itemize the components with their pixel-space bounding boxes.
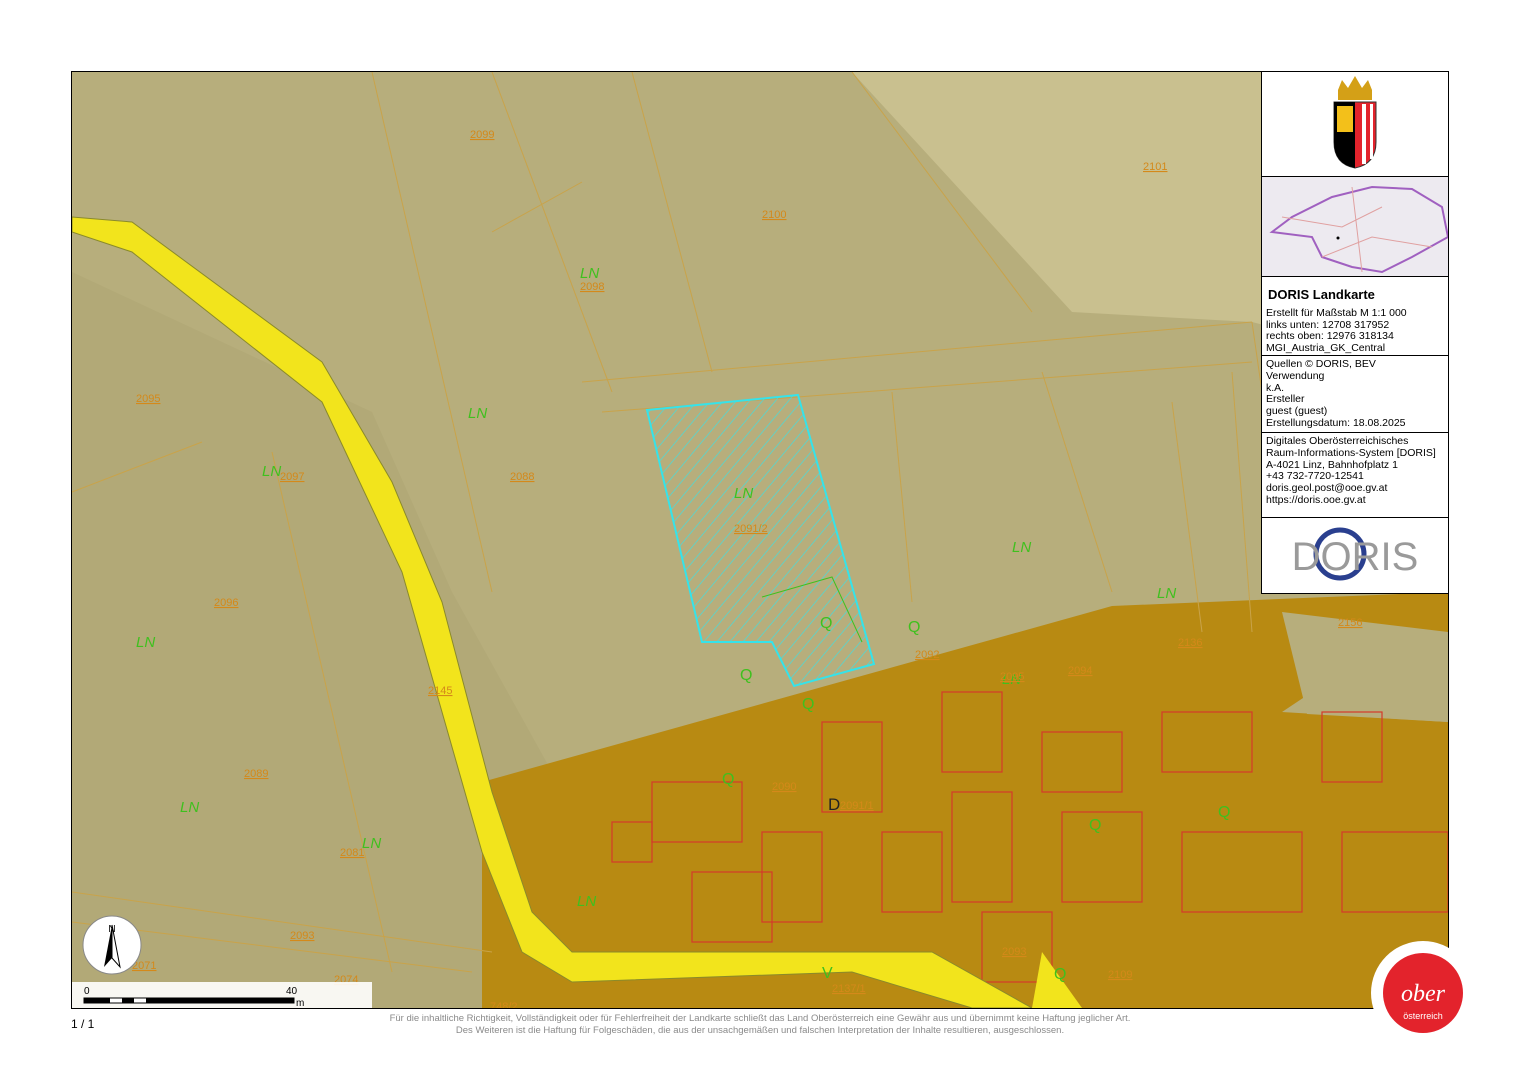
- parcel-number: 2096: [214, 597, 238, 609]
- zone-label: Q: [820, 615, 832, 632]
- zone-label: Q: [1054, 966, 1066, 983]
- land-use-label: LN: [468, 405, 487, 422]
- zone-label: Q: [1089, 817, 1101, 834]
- parcel-number: 2092: [915, 649, 939, 661]
- parcel-number: 2091/2: [734, 523, 768, 535]
- parcel-number: 2100: [762, 209, 786, 221]
- scale-unit: m: [296, 998, 304, 1008]
- upper-right-coords: rechts oben: 12976 318134: [1266, 330, 1394, 342]
- date-text: Erstellungsdatum: 18.08.2025: [1266, 416, 1406, 429]
- parcel-number: 2156: [1338, 617, 1362, 629]
- website-link[interactable]: https://doris.ooe.gv.at: [1266, 494, 1444, 507]
- scale-start: 0: [84, 986, 90, 997]
- zone-label: Q: [1218, 804, 1230, 821]
- parcel-number: 2091/1: [840, 800, 874, 812]
- disclaimer-line-2: Des Weiteren ist die Haftung für Folgesc…: [455, 1025, 1065, 1036]
- zone-label: Q: [722, 771, 734, 788]
- parcel-number: 2098: [580, 281, 604, 293]
- north-label: N: [108, 924, 115, 935]
- doris-logo-cell: DORIS: [1262, 518, 1448, 593]
- land-use-label: LN: [734, 485, 753, 502]
- scale-text: Erstellt für Maßstab M 1:1 000: [1266, 307, 1407, 319]
- zone-label: Q: [740, 667, 752, 684]
- map-canvas: LNLNLNLNLNLNLNLNLNLNLN Q QQQQQQQVD 209921…: [72, 72, 1448, 1008]
- parcel-number: 2093: [290, 930, 314, 942]
- zone-label: Q: [802, 696, 814, 713]
- land-use-label: LN: [577, 893, 596, 910]
- org-line-2: Raum-Informations-System [DORIS]: [1266, 446, 1436, 459]
- land-use-label: LN: [1012, 539, 1031, 556]
- page-number: 1 / 1: [71, 1017, 95, 1031]
- oberoesterreich-logo: ober österreich: [1371, 941, 1475, 1045]
- doris-logo-text: DORIS: [1292, 535, 1419, 579]
- contact-block: Digitales Oberösterreichisches Raum-Info…: [1262, 433, 1448, 518]
- land-use-label: LN: [262, 463, 281, 480]
- parcel-number: 2093: [1002, 946, 1026, 958]
- parcel-number: 2095: [1000, 671, 1024, 683]
- land-use-label: LN: [1157, 585, 1176, 602]
- north-arrow: N: [82, 915, 142, 975]
- parcel-number: 2089: [244, 768, 268, 780]
- coat-of-arms-cell: [1262, 72, 1448, 177]
- scale-bar: 0 40 m: [72, 982, 372, 1008]
- panel-title: DORIS Landkarte: [1268, 287, 1375, 302]
- title-block: DORIS Landkarte Erstellt für Maßstab M 1…: [1262, 277, 1448, 356]
- parcel-number: 2088: [510, 471, 534, 483]
- doris-logo: DORIS: [1292, 527, 1419, 581]
- info-panel: DORIS Landkarte Erstellt für Maßstab M 1…: [1261, 71, 1450, 594]
- logo-text-bottom: österreich: [1403, 1011, 1443, 1021]
- parcel-number: 2081: [340, 847, 364, 859]
- land-use-label: LN: [580, 265, 599, 282]
- zone-label: D: [828, 795, 840, 814]
- land-use-label: LN: [362, 835, 381, 852]
- parcel-number: 2095: [136, 393, 160, 405]
- crs-text: MGI_Austria_GK_Central: [1266, 341, 1386, 354]
- map-view[interactable]: LN LN LN LN LN LN LN LN LN LN LN QQQQQQQQVD 2099 21…: [71, 71, 1449, 1009]
- parcel-number: 2101: [1143, 161, 1167, 173]
- land-use-label: LN: [180, 799, 199, 816]
- parcel-number: 2145: [428, 685, 452, 697]
- parcel-number: 2090: [772, 781, 796, 793]
- usage-label: Verwendung: [1266, 369, 1325, 382]
- overview-map-cell[interactable]: [1262, 177, 1450, 277]
- parcel-number: 2109: [1108, 969, 1132, 981]
- overview-map-icon: [1262, 177, 1450, 276]
- land-use-label: LN: [136, 634, 155, 651]
- coat-of-arms-icon: [1333, 76, 1377, 169]
- logo-text-top: ober: [1401, 981, 1446, 1007]
- parcel-number: 748/2: [490, 1001, 518, 1008]
- zone-label: V: [822, 965, 833, 982]
- parcel-number: 2099: [470, 129, 494, 141]
- parcel-number: 2136: [1178, 637, 1202, 649]
- meta-block: Quellen © DORIS, BEV Verwendung k.A. Ers…: [1262, 356, 1448, 433]
- zone-label: Q: [908, 619, 920, 636]
- parcel-number: 2097: [280, 471, 304, 483]
- scale-mid: 40: [286, 986, 298, 997]
- parcel-number: 2137/1: [832, 983, 866, 995]
- disclaimer-line-1: Für die inhaltliche Richtigkeit, Vollstä…: [389, 1013, 1131, 1024]
- disclaimer: Für die inhaltliche Richtigkeit, Vollstä…: [280, 1013, 1240, 1037]
- parcel-number: 2094: [1068, 665, 1092, 677]
